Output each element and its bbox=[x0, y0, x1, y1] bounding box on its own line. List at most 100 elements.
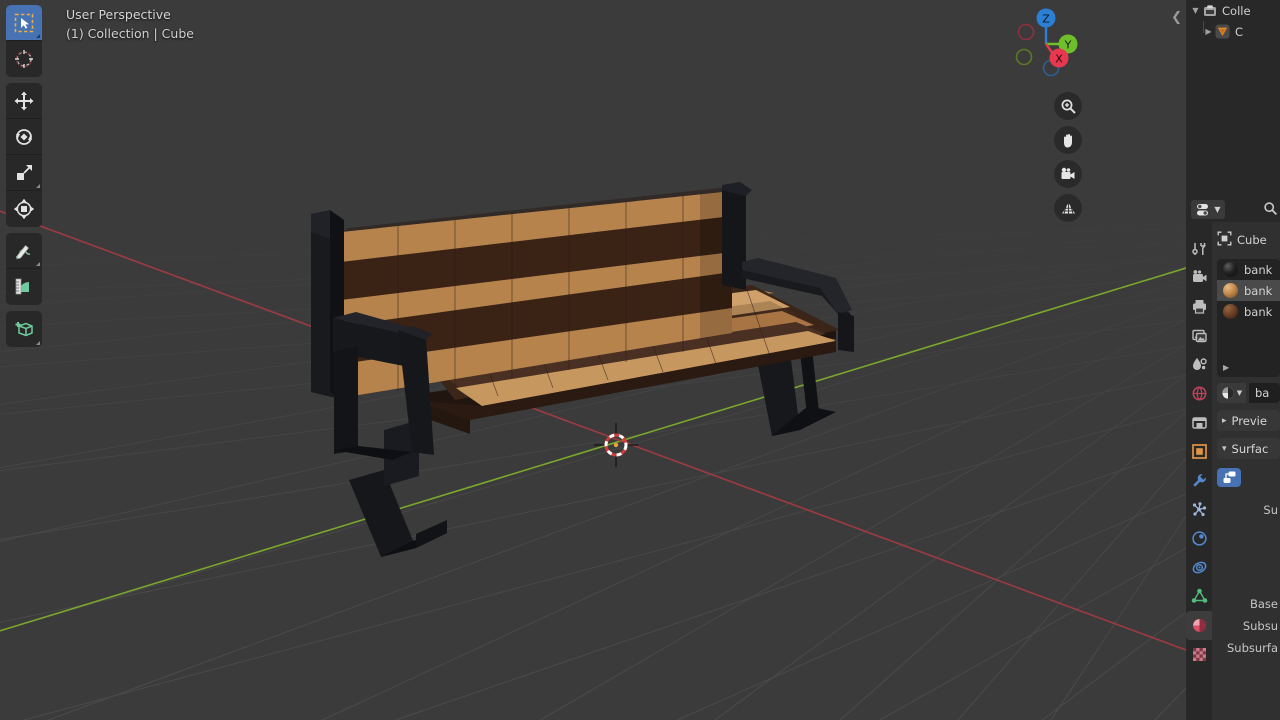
material-name-field[interactable]: ba bbox=[1249, 383, 1280, 403]
expand-arrow-icon[interactable]: ▶ bbox=[1223, 363, 1229, 372]
tool-corner-indicator bbox=[36, 262, 40, 266]
properties-body: Cube bank bank bank ▶ ▼ ba ▸ Previe ▾ Su… bbox=[1186, 222, 1280, 720]
properties-tab-collection[interactable] bbox=[1186, 408, 1212, 437]
properties-tab-scene[interactable] bbox=[1186, 350, 1212, 379]
material-slot-row[interactable]: bank bbox=[1217, 259, 1280, 280]
right-panel-column: ▼ Colle ▶ C ▼ Cube bank bank bank ▶ ▼ ba… bbox=[1186, 0, 1280, 720]
outliner-object-label: C bbox=[1235, 24, 1244, 39]
tool-cursor[interactable] bbox=[6, 41, 42, 77]
outliner-row-collection[interactable]: ▼ Colle bbox=[1186, 0, 1280, 21]
chevron-down-icon: ▾ bbox=[1222, 443, 1227, 454]
properties-content: Cube bank bank bank ▶ ▼ ba ▸ Previe ▾ Su… bbox=[1212, 222, 1280, 720]
properties-tab-material[interactable] bbox=[1186, 611, 1212, 640]
tool-select-box[interactable] bbox=[6, 5, 42, 41]
tool-measure[interactable] bbox=[6, 269, 42, 305]
toolbar-group-select bbox=[6, 5, 42, 77]
mesh-data-icon bbox=[1214, 23, 1231, 40]
material-id-block[interactable]: ▼ ba bbox=[1217, 383, 1280, 403]
subsurface-row-label: Subsu bbox=[1242, 619, 1278, 633]
3d-viewport[interactable]: User Perspective (1) Collection | Cube Z… bbox=[0, 0, 1186, 720]
toolbar-group-add bbox=[6, 311, 42, 347]
blender-window: User Perspective (1) Collection | Cube Z… bbox=[0, 0, 1280, 720]
use-nodes-button[interactable] bbox=[1217, 468, 1241, 487]
tool-corner-indicator bbox=[36, 341, 40, 345]
properties-tab-particles[interactable] bbox=[1186, 495, 1212, 524]
properties-tab-constraints[interactable] bbox=[1186, 553, 1212, 582]
properties-tab-texture[interactable] bbox=[1186, 640, 1212, 669]
disclosure-triangle-icon[interactable]: ▼ bbox=[1190, 6, 1201, 15]
chevron-down-icon: ▼ bbox=[1236, 389, 1243, 397]
subsurface-radius-row-label: Subsurfa bbox=[1227, 641, 1278, 655]
material-slot-row[interactable]: bank bbox=[1217, 301, 1280, 322]
viewport-toolbar[interactable] bbox=[6, 5, 42, 353]
properties-editor[interactable]: ▼ Cube bank bank bank ▶ ▼ ba ▸ Previe ▾ … bbox=[1186, 196, 1280, 720]
outliner-tree-line bbox=[1203, 21, 1204, 33]
properties-tab-render[interactable] bbox=[1186, 263, 1212, 292]
outliner-editor[interactable]: ▼ Colle ▶ C bbox=[1186, 0, 1280, 196]
tool-rotate[interactable] bbox=[6, 119, 42, 155]
chevron-left-icon[interactable]: ❮ bbox=[1171, 10, 1182, 25]
surface-panel-body: Su Base Subsu Subsurfa bbox=[1217, 463, 1280, 659]
material-slot-label: bank bbox=[1244, 304, 1273, 319]
material-preview-swatch bbox=[1223, 262, 1238, 277]
properties-tab-physics[interactable] bbox=[1186, 524, 1212, 553]
tool-scale[interactable] bbox=[6, 155, 42, 191]
hand-icon[interactable] bbox=[1054, 126, 1082, 154]
material-preview-swatch bbox=[1223, 283, 1238, 298]
zoom-icon[interactable] bbox=[1054, 92, 1082, 120]
base-color-row-label: Base bbox=[1249, 597, 1278, 611]
viewport-canvas bbox=[0, 0, 1186, 720]
properties-tab-modifiers[interactable] bbox=[1186, 466, 1212, 495]
viewport-nav-buttons[interactable] bbox=[1054, 92, 1082, 222]
toolbar-group-annotate bbox=[6, 233, 42, 305]
material-slot-list[interactable]: bank bank bank ▶ bbox=[1217, 259, 1280, 377]
surface-row-label: Su bbox=[1263, 503, 1278, 517]
material-slot-row[interactable]: bank bbox=[1217, 280, 1280, 301]
surface-panel-header[interactable]: ▾ Surfac bbox=[1217, 438, 1280, 459]
material-slot-label: bank bbox=[1244, 262, 1273, 277]
browse-material-button[interactable]: ▼ bbox=[1217, 383, 1246, 403]
properties-tab-view-layer[interactable] bbox=[1186, 321, 1212, 350]
object-icon bbox=[1217, 231, 1232, 249]
tool-transform[interactable] bbox=[6, 191, 42, 227]
gizmo-axis-neg-y bbox=[1015, 48, 1033, 66]
surface-panel-label: Surfac bbox=[1231, 441, 1269, 456]
properties-header: ▼ bbox=[1186, 196, 1280, 222]
outliner-row-object[interactable]: ▶ C bbox=[1186, 21, 1280, 42]
toolbar-group-transform bbox=[6, 83, 42, 227]
properties-tab-tool[interactable] bbox=[1186, 234, 1212, 263]
material-preview-swatch bbox=[1223, 304, 1238, 319]
properties-tab-object-data[interactable] bbox=[1186, 582, 1212, 611]
preview-panel-label: Previe bbox=[1231, 413, 1267, 428]
search-icon[interactable] bbox=[1263, 201, 1278, 220]
preview-panel-header[interactable]: ▸ Previe bbox=[1217, 410, 1280, 431]
svg-text:X: X bbox=[1055, 53, 1063, 66]
properties-tab-world[interactable] bbox=[1186, 379, 1212, 408]
grid-icon[interactable] bbox=[1054, 194, 1082, 222]
gizmo-axis-neg-x bbox=[1017, 23, 1035, 41]
chevron-down-icon: ▼ bbox=[1214, 204, 1221, 214]
properties-tab-output[interactable] bbox=[1186, 292, 1212, 321]
tool-move[interactable] bbox=[6, 83, 42, 119]
svg-text:Z: Z bbox=[1042, 13, 1050, 26]
svg-text:Y: Y bbox=[1064, 39, 1072, 52]
properties-tab-object[interactable] bbox=[1186, 437, 1212, 466]
tool-add-cube[interactable] bbox=[6, 311, 42, 347]
chevron-right-icon: ▸ bbox=[1222, 415, 1227, 426]
tool-corner-indicator bbox=[36, 34, 40, 38]
breadcrumb-object-label: Cube bbox=[1237, 233, 1267, 247]
tool-corner-indicator bbox=[36, 184, 40, 188]
disclosure-triangle-icon[interactable]: ▶ bbox=[1203, 27, 1214, 36]
navigation-gizmo[interactable]: Z Y X bbox=[1004, 2, 1088, 86]
camera-icon[interactable] bbox=[1054, 160, 1082, 188]
properties-tab-strip[interactable] bbox=[1186, 222, 1212, 720]
collection-icon bbox=[1201, 4, 1218, 18]
breadcrumb: Cube bbox=[1212, 228, 1280, 252]
tool-annotate[interactable] bbox=[6, 233, 42, 269]
outliner-collection-label: Colle bbox=[1222, 3, 1251, 18]
material-slot-label: bank bbox=[1244, 283, 1273, 298]
editor-type-selector[interactable]: ▼ bbox=[1191, 199, 1225, 219]
